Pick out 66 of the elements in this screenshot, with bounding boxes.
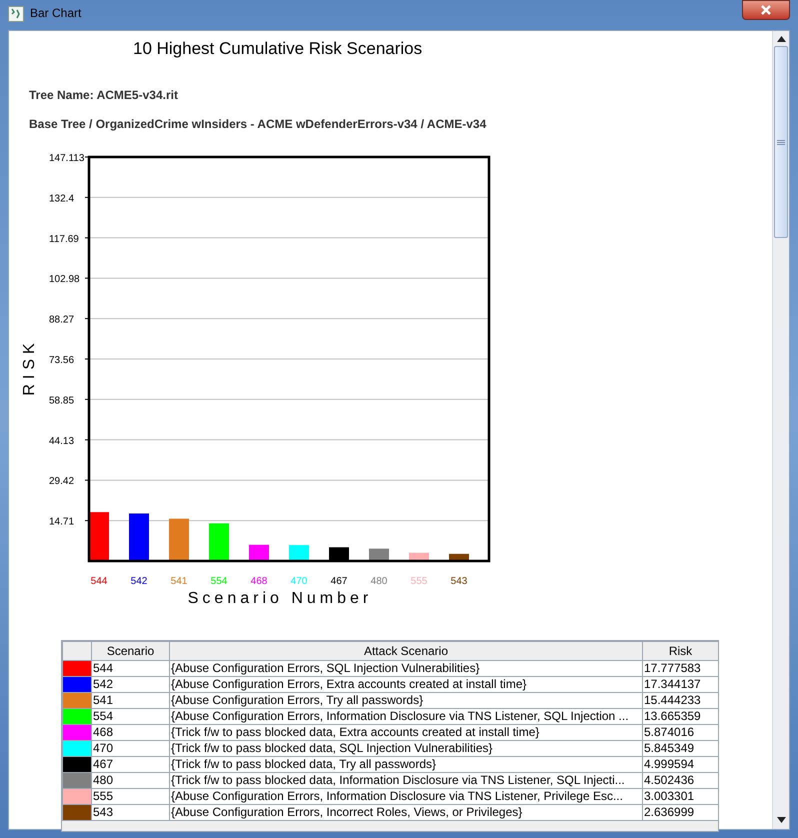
scroll-up-icon	[776, 36, 786, 42]
category-label: 542	[130, 576, 148, 586]
table-cell: 17.777583	[642, 660, 718, 676]
table-cell: 555	[92, 788, 170, 804]
tick-label: 44.13	[49, 435, 74, 446]
column-header[interactable]: Scenario	[92, 641, 170, 660]
category-label: 470	[290, 576, 308, 586]
table-cell: 480	[92, 772, 170, 788]
table-cell: 15.444233	[642, 692, 718, 708]
table-cell: {Abuse Configuration Errors, Information Disclosure via TNS Listener, SQL Injection ...	[170, 708, 642, 724]
category-label: 554	[210, 576, 228, 586]
table-cell: {Abuse Configuration Errors, Incorrect Roles, Views, or Privileges}	[170, 804, 642, 820]
tick-label: 88.27	[49, 314, 74, 326]
table-cell: {Abuse Configuration Errors, Information Disclosure via TNS Listener, Privilege Esc...	[170, 788, 642, 804]
table-cell: {Abuse Configuration Errors, SQL Injection Vulnerabilities}	[170, 660, 642, 676]
category-label: 541	[170, 576, 188, 586]
table-cell: 467	[92, 756, 170, 772]
table-cell: 468	[92, 724, 170, 740]
table-cell: 17.344137	[642, 676, 718, 692]
category-label: 480	[370, 576, 388, 586]
table-cell: 5.845349	[642, 740, 718, 756]
y-axis-label: RISK	[21, 338, 38, 396]
column-header[interactable]: Risk	[642, 641, 718, 660]
tick-label: 29.42	[49, 476, 74, 487]
category-label: 468	[250, 576, 268, 586]
column-header[interactable]: Attack Scenario	[170, 641, 642, 660]
table-cell: 13.665359	[642, 708, 718, 724]
tick-label: 102.98	[49, 274, 80, 285]
tick-label: 14.71	[49, 516, 74, 528]
table-cell: 2.636999	[642, 804, 718, 820]
table-cell: 543	[92, 804, 170, 820]
table-cell: {Abuse Configuration Errors, Extra accounts created at install time}	[170, 676, 642, 692]
tick-label: 132.4	[49, 192, 74, 204]
grip-icon	[777, 140, 785, 144]
vertical-scrollbar[interactable]	[772, 31, 789, 829]
tick-label: 117.69	[49, 233, 79, 244]
table-cell: {Abuse Configuration Errors, Try all passwords}	[170, 692, 642, 708]
table-cell: 470	[92, 740, 170, 756]
tick-label: 73.56	[49, 354, 74, 366]
table-cell: 544	[92, 660, 170, 676]
chart-title: 10 Highest Cumulative Risk Scenarios	[132, 38, 422, 60]
window-title: Bar Chart	[30, 5, 82, 22]
table-cell: 542	[92, 676, 170, 692]
tick-label: 58.85	[49, 394, 74, 406]
category-label: 544	[90, 576, 108, 586]
table-cell: 3.003301	[642, 788, 718, 804]
category-label: 555	[410, 576, 428, 586]
close-icon	[760, 5, 772, 15]
table-cell: 5.874016	[642, 724, 718, 740]
scroll-down-icon	[776, 817, 786, 823]
table-cell: {Trick f/w to pass blocked data, Information Disclosure via TNS Listener, SQL Injecti...	[170, 772, 642, 788]
table-cell: 4.999594	[642, 756, 718, 772]
tree-name: Tree Name: ACME5-v34.rit	[29, 86, 178, 104]
app-icon	[8, 6, 24, 22]
category-label: 467	[330, 576, 348, 586]
table-cell: 541	[92, 692, 170, 708]
close-button[interactable]	[742, 0, 790, 20]
base-tree-path: Base Tree / OrganizedCrime wInsiders - ACME wDefenderErrors-v34 / ACME-v34	[29, 116, 486, 132]
table-cell: 4.502436	[642, 772, 718, 788]
table-cell: {Trick f/w to pass blocked data, Try all passwords}	[170, 756, 642, 772]
table-cell: {Trick f/w to pass blocked data, Extra accounts created at install time}	[170, 724, 642, 740]
table-cell: {Trick f/w to pass blocked data, SQL Injection Vulnerabilities}	[170, 740, 642, 756]
category-label: 543	[450, 576, 468, 586]
tick-label: 147.113	[49, 152, 84, 164]
x-axis-label: Scenario Number	[188, 590, 372, 606]
table-cell: 554	[92, 708, 170, 724]
